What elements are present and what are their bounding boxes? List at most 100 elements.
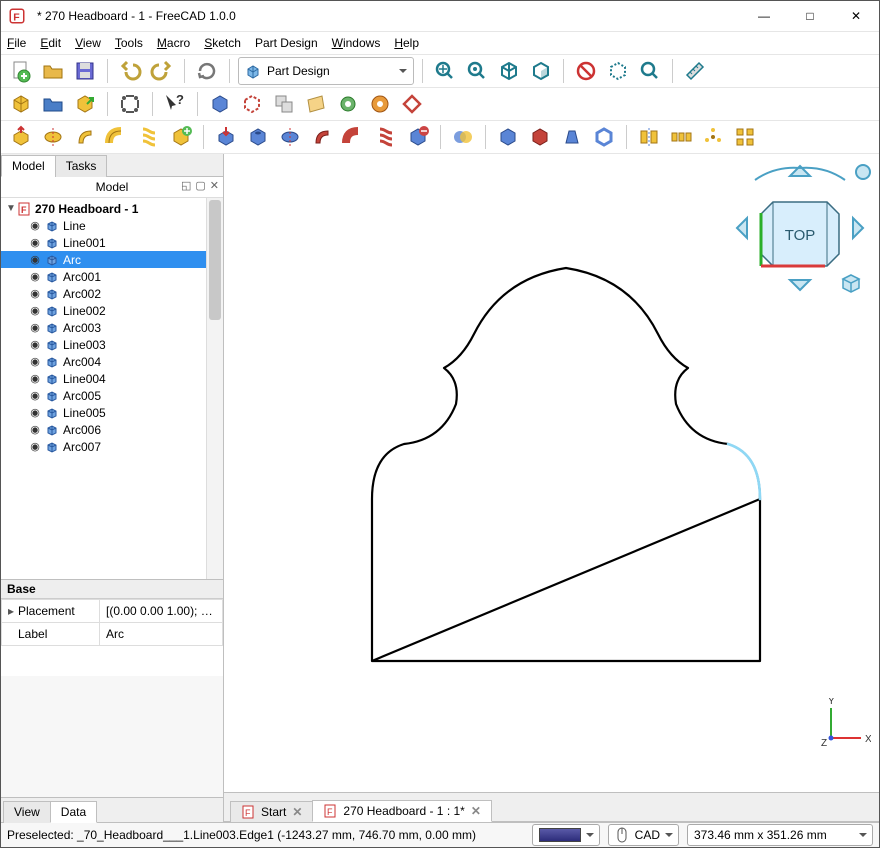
involute-gear-button[interactable] — [366, 90, 394, 118]
tree-item[interactable]: ◉Line003 — [1, 336, 206, 353]
multitransform-button[interactable] — [731, 123, 759, 151]
polar-pattern-button[interactable] — [699, 123, 727, 151]
close-button[interactable]: ✕ — [833, 1, 879, 31]
helix-button[interactable] — [135, 123, 163, 151]
tree-item[interactable]: ◉Arc001 — [1, 268, 206, 285]
subshapebinder-button[interactable] — [238, 90, 266, 118]
menu-tools[interactable]: Tools — [115, 36, 143, 50]
menu-edit[interactable]: Edit — [40, 36, 61, 50]
maximize-button[interactable]: □ — [787, 1, 833, 31]
redo-button[interactable] — [148, 57, 176, 85]
tree-item[interactable]: ◉Line001 — [1, 234, 206, 251]
panel-float-icon[interactable]: ◱ — [181, 179, 191, 192]
minimize-button[interactable]: — — [741, 1, 787, 31]
create-body-button[interactable] — [7, 90, 35, 118]
panel-close-icon[interactable]: ✕ — [210, 179, 219, 192]
svg-text:F: F — [327, 807, 333, 817]
refresh-button[interactable] — [193, 57, 221, 85]
whats-this-button[interactable]: ? — [161, 90, 189, 118]
open-doc-button[interactable] — [39, 57, 67, 85]
revolution-button[interactable] — [39, 123, 67, 151]
draft-button[interactable] — [558, 123, 586, 151]
tree-item[interactable]: ◉Line002 — [1, 302, 206, 319]
tab-close-icon[interactable]: ✕ — [471, 804, 481, 818]
document-tabs: FStart✕F270 Headboard - 1 : 1*✕ — [224, 792, 879, 822]
sub-loft-button[interactable] — [308, 123, 336, 151]
loft-button[interactable] — [71, 123, 99, 151]
viewport-3d[interactable]: TOP X Y — [224, 154, 879, 792]
sub-box-button[interactable] — [404, 123, 432, 151]
export-button[interactable] — [71, 90, 99, 118]
group-button[interactable] — [116, 90, 144, 118]
svg-text:F: F — [13, 12, 20, 24]
linear-pattern-button[interactable] — [667, 123, 695, 151]
workbench-selector[interactable]: Part Design — [238, 57, 414, 85]
svg-text:F: F — [245, 808, 251, 818]
tree-item[interactable]: ◉Line004 — [1, 370, 206, 387]
part-button[interactable] — [39, 90, 67, 118]
shaft-wizard-button[interactable] — [398, 90, 426, 118]
measure-button[interactable] — [681, 57, 709, 85]
hole-button[interactable] — [244, 123, 272, 151]
panel-max-icon[interactable]: ▢ — [195, 179, 205, 192]
thickness-button[interactable] — [590, 123, 618, 151]
new-doc-button[interactable] — [7, 57, 35, 85]
clone-button[interactable] — [270, 90, 298, 118]
tab-tasks[interactable]: Tasks — [55, 155, 108, 177]
menu-view[interactable]: View — [75, 36, 101, 50]
tab-data-bottom[interactable]: Data — [50, 801, 97, 823]
navigation-cube[interactable]: TOP — [725, 158, 875, 308]
menu-file[interactable]: File — [7, 36, 26, 50]
tree-item[interactable]: ◉Line005 — [1, 404, 206, 421]
sub-helix-button[interactable] — [372, 123, 400, 151]
tab-model[interactable]: Model — [1, 155, 56, 177]
pad-button[interactable] — [7, 123, 35, 151]
menu-sketch[interactable]: Sketch — [204, 36, 241, 50]
tab-close-icon[interactable]: ✕ — [292, 805, 302, 819]
nav-style-combo[interactable]: CAD — [608, 824, 679, 846]
datum-plane-button[interactable] — [302, 90, 330, 118]
bounding-box-button[interactable] — [604, 57, 632, 85]
doc-tab[interactable]: F270 Headboard - 1 : 1*✕ — [312, 800, 491, 822]
groove-button[interactable] — [276, 123, 304, 151]
tree-item[interactable]: ◉Arc — [1, 251, 206, 268]
boolean-button[interactable] — [449, 123, 477, 151]
tree-item[interactable]: ◉Arc006 — [1, 421, 206, 438]
tree-item[interactable]: ◉Arc002 — [1, 285, 206, 302]
menu-part-design[interactable]: Part Design — [255, 36, 318, 50]
tree-item[interactable]: ◉Arc004 — [1, 353, 206, 370]
property-row[interactable]: LabelArc — [2, 622, 223, 645]
tree-item[interactable]: ◉Arc003 — [1, 319, 206, 336]
tree-item[interactable]: ◉Arc007 — [1, 438, 206, 455]
drawstyle-button[interactable] — [572, 57, 600, 85]
tab-view-bottom[interactable]: View — [3, 801, 51, 823]
additive-box-button[interactable] — [167, 123, 195, 151]
mirrored-button[interactable] — [635, 123, 663, 151]
pocket-button[interactable] — [212, 123, 240, 151]
doc-tab[interactable]: FStart✕ — [230, 801, 313, 822]
tree-root[interactable]: ▼F270 Headboard - 1 — [1, 200, 206, 217]
tree-scrollbar[interactable] — [206, 198, 223, 579]
pipe-button[interactable] — [103, 123, 131, 151]
view-front-button[interactable] — [527, 57, 555, 85]
chamfer-button[interactable] — [526, 123, 554, 151]
menu-macro[interactable]: Macro — [157, 36, 190, 50]
fillet-button[interactable] — [494, 123, 522, 151]
zoom-button[interactable] — [636, 57, 664, 85]
dimensions-combo[interactable]: 373.46 mm x 351.26 mm — [687, 824, 873, 846]
isometric-button[interactable] — [495, 57, 523, 85]
sub-pipe-button[interactable] — [340, 123, 368, 151]
fit-selection-button[interactable] — [463, 57, 491, 85]
model-tree[interactable]: ▼F270 Headboard - 1◉Line◉Line001◉Arc◉Arc… — [1, 198, 206, 579]
fit-all-button[interactable] — [431, 57, 459, 85]
menu-help[interactable]: Help — [394, 36, 419, 50]
tree-item[interactable]: ◉Line — [1, 217, 206, 234]
shapebinder-button[interactable] — [206, 90, 234, 118]
save-doc-button[interactable] — [71, 57, 99, 85]
property-row[interactable]: ▸Placement[(0.00 0.00 1.00); 0.... — [2, 599, 223, 622]
sprocket-button[interactable] — [334, 90, 362, 118]
face-color-combo[interactable] — [532, 824, 600, 846]
menu-windows[interactable]: Windows — [332, 36, 381, 50]
tree-item[interactable]: ◉Arc005 — [1, 387, 206, 404]
undo-button[interactable] — [116, 57, 144, 85]
